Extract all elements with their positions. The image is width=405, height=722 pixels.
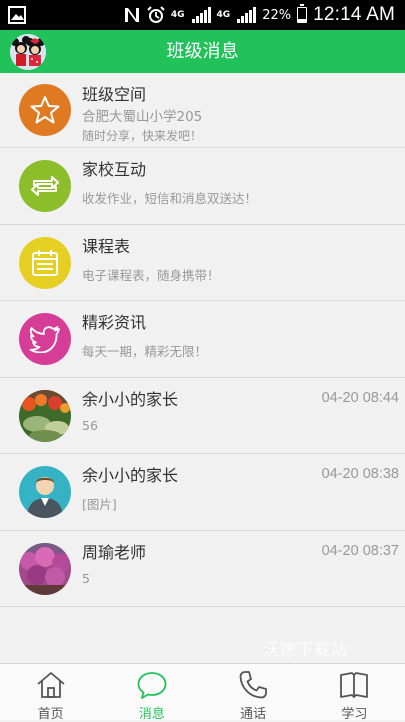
tab-calls[interactable]: 通话 [203, 664, 304, 722]
tab-label: 通话 [240, 707, 267, 722]
network-type: 4G [170, 9, 185, 20]
flower-tree-photo-avatar [19, 542, 71, 595]
item-subtitle: 56 [82, 417, 98, 433]
tab-home[interactable]: 首页 [0, 664, 101, 722]
message-list: 班级空间 合肥大蜀山小学205 随时分享，快来发吧！ 家校互动 收发作业，短信和… [0, 73, 405, 607]
flower-photo-avatar [19, 389, 71, 442]
item-subtitle: 电子课程表，随身携带！ [82, 267, 220, 283]
tab-messages[interactable]: 消息 [101, 664, 202, 722]
item-title: 课程表 [82, 236, 131, 256]
bottom-tab-bar: 首页 消息 通话 学习 [0, 663, 405, 722]
list-item-chat[interactable]: 余小小的家长 56 04-20 08:44 [0, 377, 405, 454]
tab-label: 学习 [341, 707, 368, 722]
signal-icon [191, 7, 211, 23]
home-icon [37, 672, 65, 698]
list-item-class-space[interactable]: 班级空间 合肥大蜀山小学205 随时分享，快来发吧！ [0, 73, 405, 148]
home-school-icon-circle [19, 160, 71, 212]
network-type-2: 4G [216, 9, 231, 20]
timetable-icon-circle [19, 236, 71, 289]
item-title: 家校互动 [82, 160, 147, 179]
phone-icon [239, 671, 268, 699]
battery-percent: 22% [262, 7, 292, 23]
calendar-icon [32, 249, 58, 276]
item-title: 班级空间 [82, 85, 147, 104]
item-time: 04-20 08:44 [321, 389, 399, 406]
item-subtitle: 收发作业，短信和消息双送达！ [82, 191, 258, 206]
item-title: 余小小的家长 [82, 389, 179, 409]
item-subtitle: 合肥大蜀山小学205 [82, 109, 203, 125]
clock: 12:14 AM [313, 4, 395, 25]
chat-bubble-icon [137, 672, 167, 699]
page-title: 班级消息 [166, 41, 239, 62]
image-notification-icon [8, 6, 26, 24]
list-item-home-school[interactable]: 家校互动 收发作业，短信和消息双送达！ [0, 148, 405, 225]
item-title: 余小小的家长 [82, 466, 179, 485]
list-item-timetable[interactable]: 课程表 电子课程表，随身携带！ [0, 224, 405, 301]
item-detail: 随时分享，快来发吧！ [82, 129, 203, 143]
item-subtitle: 5 [82, 570, 90, 586]
tab-study[interactable]: 学习 [304, 664, 405, 722]
list-item-chat[interactable]: 周瑜老师 5 04-20 08:37 [0, 530, 405, 607]
status-bar: 4G 4G 22% 12:14 AM [0, 0, 405, 30]
bird-icon [29, 326, 60, 353]
item-time: 04-20 08:37 [321, 542, 399, 559]
item-subtitle: [图片] [82, 497, 117, 512]
tab-label: 首页 [37, 707, 64, 722]
star-icon [30, 96, 60, 124]
item-time: 04-20 08:38 [321, 466, 399, 482]
list-item-chat[interactable]: 余小小的家长 [图片] 04-20 08:38 [0, 454, 405, 531]
book-icon [340, 672, 369, 698]
news-icon-circle [19, 313, 71, 365]
refresh-icon [31, 176, 59, 196]
nfc-icon [124, 8, 139, 22]
person-avatar [19, 466, 71, 518]
tab-label: 消息 [138, 707, 165, 722]
item-subtitle: 每天一期，精彩无限！ [82, 344, 208, 359]
title-bar: 班级消息 [0, 30, 405, 73]
battery-icon [297, 4, 308, 23]
item-title: 周瑜老师 [82, 542, 147, 562]
list-item-news[interactable]: 精彩资讯 每天一期，精彩无限！ [0, 301, 405, 378]
alarm-icon [147, 6, 165, 23]
watermark: 沃德下载站 [263, 640, 349, 659]
signal-icon-2 [237, 7, 257, 23]
item-title: 精彩资讯 [82, 313, 147, 332]
class-space-icon-circle [19, 84, 71, 136]
